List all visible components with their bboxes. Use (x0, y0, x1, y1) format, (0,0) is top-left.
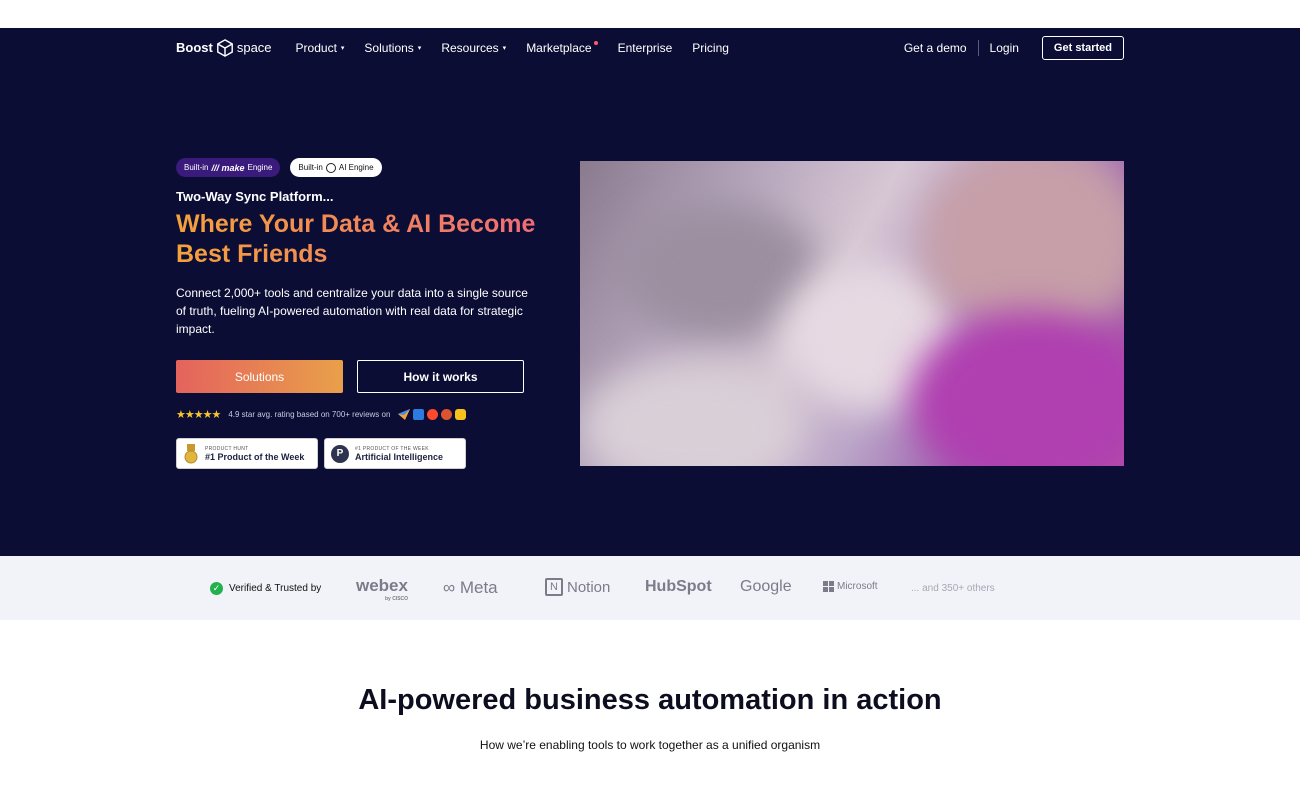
trusted-text: Verified & Trusted by (229, 583, 322, 594)
nav-links: Product ▾ Solutions ▾ Resources ▾ Market… (296, 40, 749, 55)
check-circle-icon: ✓ (210, 582, 223, 595)
meta-logo: ∞ Meta (443, 578, 498, 597)
notion-logo: N Notion (545, 578, 610, 596)
nav-item-marketplace[interactable]: Marketplace (526, 40, 598, 55)
nav-label: Pricing (692, 40, 729, 55)
login-link[interactable]: Login (990, 41, 1019, 55)
review-sites (398, 409, 467, 420)
hero-cta-row: Solutions How it works (176, 360, 524, 393)
hero-description: Connect 2,000+ tools and centralize your… (176, 286, 528, 336)
rating-row: ★★★★★ 4.9 star avg. rating based on 700+… (176, 408, 467, 421)
nav-label: Enterprise (617, 40, 673, 55)
section-subtitle: How we’re enabling tools to work togethe… (479, 738, 821, 752)
hero-section: Boost space Product ▾ Solutions ▾ Resour… (0, 28, 1300, 556)
notion-icon: N (545, 578, 563, 596)
chevron-down-icon: ▾ (340, 44, 345, 52)
star-rating-icon: ★★★★★ (176, 409, 221, 421)
medal-icon (184, 443, 198, 463)
badge-suffix: AI Engine (338, 163, 374, 172)
hero-headline: Where Your Data & AI Become Best Friends (176, 209, 556, 269)
badge-prefix: Built-in (184, 163, 209, 172)
badge-suffix: Engine (247, 163, 273, 172)
google-logo: Google (740, 578, 792, 595)
hero-tagline: Two-Way Sync Platform... (176, 189, 334, 204)
award-text: PRODUCT HUNT #1 Product of the Week (205, 446, 304, 462)
hubspot-logo: HubSpot (645, 578, 712, 595)
rating-text: 4.9 star avg. rating based on 700+ revie… (228, 410, 391, 419)
awards-row: PRODUCT HUNT #1 Product of the Week P #1… (176, 438, 466, 469)
nav-item-pricing[interactable]: Pricing (692, 41, 729, 55)
capterra-icon[interactable] (398, 409, 411, 420)
page: Boost space Product ▾ Solutions ▾ Resour… (0, 0, 1300, 788)
nav-label: Marketplace (526, 40, 592, 55)
hero-video[interactable] (580, 161, 1124, 466)
ai-award[interactable]: P #1 PRODUCT OF THE WEEK Artificial Inte… (324, 438, 466, 469)
trusted-by-bar: ✓ Verified & Trusted by webex by CISCO ∞… (0, 556, 1300, 620)
top-nav: Boost space Product ▾ Solutions ▾ Resour… (176, 35, 1124, 60)
notion-text: Notion (567, 578, 611, 596)
nav-item-enterprise[interactable]: Enterprise (618, 41, 673, 55)
microsoft-logo: Microsoft (823, 581, 878, 592)
nav-label: Product (295, 40, 337, 55)
trusted-label: ✓ Verified & Trusted by (210, 582, 321, 595)
logo-text-right: space (236, 40, 272, 55)
logo[interactable]: Boost space (176, 38, 272, 57)
make-engine-badge: Built-in /// make Engine (176, 158, 281, 177)
others-text: ... and 350+ others (911, 583, 995, 594)
blur-shape (580, 361, 800, 466)
award-text: #1 PRODUCT OF THE WEEK Artificial Intell… (355, 446, 443, 462)
nav-item-resources[interactable]: Resources ▾ (441, 41, 506, 55)
nav-label: Resources (441, 40, 499, 55)
new-dot-icon (593, 40, 598, 45)
webex-sub-logo: by CISCO (385, 596, 409, 602)
microsoft-icon (823, 581, 834, 592)
logo-text-left: Boost (176, 40, 213, 55)
award-title: Artificial Intelligence (355, 451, 444, 462)
get-demo-link[interactable]: Get a demo (904, 41, 967, 55)
top-spacer (0, 0, 1300, 28)
getapp-icon[interactable] (413, 409, 425, 420)
webex-logo: webex (356, 576, 408, 595)
g2-icon[interactable] (427, 409, 439, 420)
nav-divider (977, 39, 979, 56)
microsoft-text: Microsoft (837, 581, 878, 592)
nav-item-solutions[interactable]: Solutions ▾ (364, 41, 421, 55)
nav-label: Solutions (364, 40, 414, 55)
product-hunt-award[interactable]: PRODUCT HUNT #1 Product of the Week (176, 438, 318, 469)
engine-badges: Built-in /// make Engine Built-in AI Eng… (176, 158, 382, 177)
nav-right: Get a demo Login Get started (904, 35, 1124, 60)
chevron-down-icon: ▾ (417, 44, 422, 52)
producthunt-icon[interactable] (441, 409, 453, 420)
how-it-works-button[interactable]: How it works (357, 360, 524, 393)
badge-prefix: Built-in (298, 163, 323, 172)
section-title: AI-powered business automation in action (358, 684, 942, 716)
ai-engine-badge: Built-in AI Engine (290, 158, 382, 177)
cube-logo-icon (216, 38, 233, 57)
solutions-button[interactable]: Solutions (176, 360, 343, 393)
award-title: #1 Product of the Week (205, 451, 305, 462)
make-brand: /// make (211, 162, 245, 173)
get-started-button[interactable]: Get started (1041, 35, 1124, 60)
chevron-down-icon: ▾ (502, 44, 507, 52)
producthunt-logo-icon: P (331, 444, 349, 463)
trustradius-icon[interactable] (455, 409, 467, 420)
openai-icon (325, 162, 336, 173)
nav-item-product[interactable]: Product ▾ (296, 41, 345, 55)
